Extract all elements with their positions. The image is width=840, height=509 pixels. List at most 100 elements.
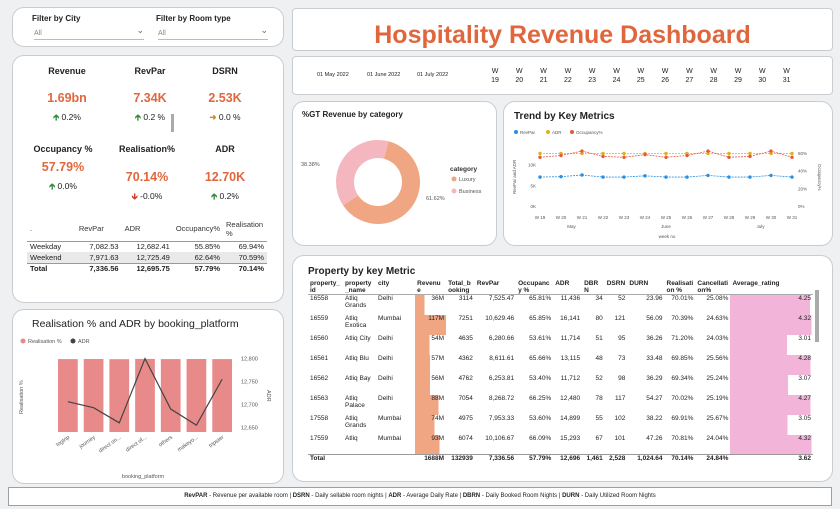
- table-header-row: . RevPar ADR Occupancy% Realisation %: [27, 217, 267, 241]
- x-axis-label: week no: [659, 234, 676, 239]
- data-point: [601, 151, 605, 156]
- data-point: [643, 174, 647, 178]
- week-button[interactable]: W 30: [752, 67, 772, 85]
- chart-title: Realisation % and ADR by booking_platfor…: [32, 318, 239, 330]
- column-header[interactable]: DURN: [627, 280, 665, 295]
- kpi-delta: 🡱 0.0%: [49, 181, 77, 191]
- week-button[interactable]: W 24: [607, 67, 627, 85]
- week-button[interactable]: W 22: [558, 67, 578, 85]
- data-point: [706, 149, 710, 153]
- kpi-delta: 🡱 0.2 %: [134, 112, 166, 122]
- week-button[interactable]: W 20: [509, 67, 529, 85]
- column-header[interactable]: Cancellation%: [695, 280, 731, 295]
- x-tick-label: W 20: [556, 215, 567, 220]
- week-button[interactable]: W 25: [631, 67, 651, 85]
- column-header[interactable]: city: [376, 280, 416, 295]
- column-header[interactable]: property_id: [308, 280, 344, 295]
- column-header[interactable]: Revenue: [415, 280, 447, 295]
- city-filter-dropdown[interactable]: All: [34, 25, 144, 40]
- table-row: 17559 Atliq Mumbai 93M 6074 10,106.67 66.09% 15…: [308, 434, 813, 455]
- legend-abbr: DBRN: [462, 493, 481, 499]
- date-june[interactable]: 01 June 2022: [367, 72, 400, 78]
- y2-tick-label: 12,800: [241, 357, 258, 363]
- data-point: [559, 153, 563, 158]
- kpi-dsrn: DSRN 2.53K ➜ 0.0 %: [185, 66, 265, 123]
- legend-desc: - Daily Booked Room Nights |: [480, 493, 563, 499]
- x-tick-label: tripster: [208, 435, 225, 450]
- data-point: [685, 153, 689, 158]
- kpi-label: Revenue: [48, 66, 86, 76]
- table-row: 16561 Atliq Blu Delhi 57M 4362 8,611.61 65.66%…: [308, 354, 813, 375]
- week-button[interactable]: W 19: [485, 67, 505, 85]
- room-filter-label: Filter by Room type: [156, 14, 231, 23]
- kpi-delta: 🡳 -0.0%: [131, 191, 163, 201]
- column-header: .: [30, 224, 33, 234]
- x-tick-label: W 21: [577, 215, 588, 220]
- scrollbar[interactable]: [815, 290, 819, 342]
- legend-swatch: [451, 176, 457, 182]
- week-button[interactable]: W 29: [728, 67, 748, 85]
- arrow-right-icon: ➜: [209, 112, 217, 122]
- date-may[interactable]: 01 May 2022: [317, 72, 349, 78]
- data-point: [790, 151, 794, 156]
- column-header[interactable]: Occupancy %: [516, 280, 554, 295]
- x-tick-label: W 31: [787, 215, 798, 220]
- slice-label: 61.62%: [426, 196, 445, 202]
- data-point: [580, 173, 584, 177]
- y-axis-label: Realisation %: [19, 380, 25, 414]
- kpi-revpar: RevPar 7.34K 🡱 0.2 %: [110, 66, 190, 126]
- legend-desc: - Average Daily Rate |: [401, 493, 463, 499]
- data-point: [790, 175, 794, 179]
- weekday-weekend-table: . RevPar ADR Occupancy% Realisation % We…: [27, 217, 267, 274]
- table-total-row: Total 1688M 132939 7,336.56 57.79% 12,696 1,46…: [308, 454, 813, 467]
- column-header: Realisation %: [226, 219, 264, 238]
- column-header[interactable]: RevPar: [474, 280, 517, 295]
- week-button[interactable]: W 26: [655, 67, 675, 85]
- y2-tick-label: 12,650: [241, 425, 258, 431]
- arrow-up-icon: 🡱: [134, 112, 141, 122]
- realisation-bar: [212, 359, 232, 432]
- realisation-bar: [135, 358, 155, 432]
- y2-tick-label: 40%: [798, 169, 807, 174]
- x-tick-label: W 30: [766, 215, 777, 220]
- data-point: [727, 175, 731, 179]
- kpi-label: RevPar: [134, 66, 166, 76]
- chart-title: Trend by Key Metrics: [514, 111, 615, 122]
- y2-tick-label: 20%: [798, 186, 807, 191]
- data-point: [748, 151, 752, 156]
- column-header[interactable]: Realisation %: [664, 280, 696, 295]
- week-button[interactable]: W 31: [777, 67, 797, 85]
- column-header[interactable]: Average_rating: [730, 280, 813, 295]
- kpi-delta: 🡱 0.2%: [53, 112, 81, 122]
- data-point: [727, 155, 731, 159]
- legend-swatch: [451, 188, 457, 194]
- y2-axis-label: ADR: [265, 390, 271, 402]
- column-header[interactable]: Total_booking: [446, 280, 475, 295]
- data-point: [580, 149, 584, 153]
- booking-platform-chart-card: Realisation % and ADR by booking_platfor…: [12, 309, 284, 484]
- column-header[interactable]: DBRN: [582, 280, 605, 295]
- x-tick-label: W 25: [661, 215, 672, 220]
- week-button[interactable]: W 28: [704, 67, 724, 85]
- date-july[interactable]: 01 July 2022: [417, 72, 448, 78]
- week-button[interactable]: W 21: [534, 67, 554, 85]
- city-filter-label: Filter by City: [32, 14, 81, 23]
- column-header[interactable]: property_name: [343, 280, 376, 295]
- kpi-label: Occupancy %: [33, 144, 93, 154]
- legend-label: Realisation %: [28, 339, 62, 345]
- week-button[interactable]: W 27: [679, 67, 699, 85]
- legend-swatch: [546, 130, 550, 134]
- data-point: [538, 151, 542, 156]
- column-header: RevPar: [78, 224, 104, 234]
- y2-axis-label: Occupancy%: [817, 164, 822, 191]
- scrollbar[interactable]: [171, 114, 174, 132]
- dashboard-title: Hospitality Revenue Dashboard: [374, 21, 751, 49]
- data-point: [769, 149, 773, 153]
- column-header[interactable]: ADR: [553, 280, 583, 295]
- column-header[interactable]: DSRN: [604, 280, 628, 295]
- room-type-filter-dropdown[interactable]: All: [158, 25, 268, 40]
- week-button[interactable]: W 23: [582, 67, 602, 85]
- kpi-delta: ➜ 0.0 %: [209, 112, 241, 122]
- table-row: Weekend 7,971.63 12,725.49 62.64% 70.59%: [27, 252, 267, 263]
- arrow-up-icon: 🡱: [211, 191, 218, 201]
